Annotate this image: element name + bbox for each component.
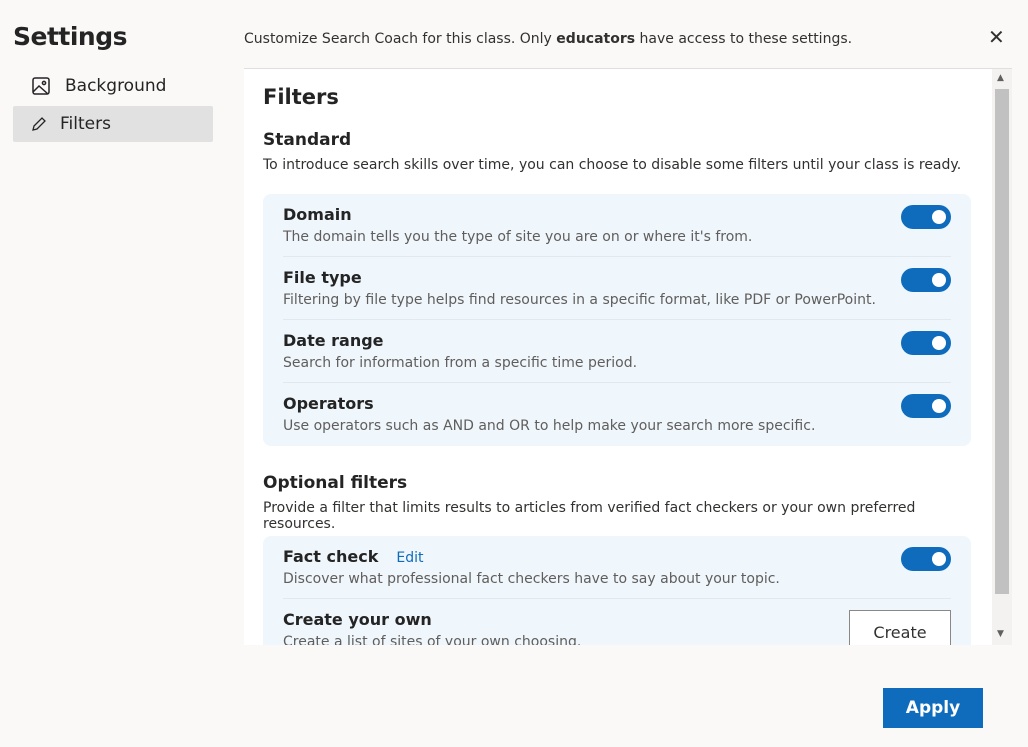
filter-title: Domain (283, 205, 352, 224)
optional-description: Provide a filter that limits results to … (263, 500, 916, 532)
operators-toggle[interactable] (901, 394, 951, 418)
sidebar-item-filters[interactable]: Filters (13, 106, 213, 142)
scrollbar[interactable]: ▲ ▼ (992, 69, 1012, 645)
filter-description: The domain tells you the type of site yo… (283, 229, 753, 245)
filter-title: Date range (283, 331, 384, 350)
filter-description: Use operators such as AND and OR to help… (283, 418, 816, 434)
filter-row-operators: Operators Use operators such as AND and O… (283, 383, 951, 446)
pencil-icon (32, 117, 46, 131)
filter-row-file-type: File type Filtering by file type helps fi… (283, 257, 951, 320)
fact-check-toggle[interactable] (901, 547, 951, 571)
sidebar-item-background[interactable]: Background (13, 68, 213, 104)
filter-title: Operators (283, 394, 374, 413)
standard-heading: Standard (263, 130, 352, 150)
settings-description: Customize Search Coach for this class. O… (244, 31, 853, 47)
scrollbar-thumb[interactable] (995, 89, 1009, 594)
filter-row-create-own: Create your own Create a list of sites of… (283, 599, 951, 645)
standard-description: To introduce search skills over time, yo… (263, 157, 962, 173)
edit-link[interactable]: Edit (396, 550, 423, 566)
domain-toggle[interactable] (901, 205, 951, 229)
optional-filters-card: Fact check Edit Discover what professional… (263, 536, 971, 645)
filter-description: Search for information from a specific t… (283, 355, 638, 371)
settings-title: Settings (13, 22, 128, 51)
filter-description: Create a list of sites of your own choos… (283, 634, 582, 645)
page-title: Filters (263, 85, 339, 109)
scroll-up-icon[interactable]: ▲ (997, 73, 1004, 83)
filter-title: File type (283, 268, 362, 287)
optional-heading: Optional filters (263, 473, 408, 493)
apply-button[interactable]: Apply (883, 688, 983, 728)
filter-row-fact-check: Fact check Edit Discover what professional… (283, 536, 951, 599)
filter-row-domain: Domain The domain tells you the type of s… (283, 194, 951, 257)
sidebar-item-label: Filters (60, 114, 111, 134)
filter-description: Filtering by file type helps find resour… (283, 292, 876, 308)
filter-row-date-range: Date range Search for information from a … (283, 320, 951, 383)
date-range-toggle[interactable] (901, 331, 951, 355)
image-icon (32, 77, 50, 95)
create-button[interactable]: Create (849, 610, 951, 645)
filter-title: Create your own (283, 610, 432, 629)
file-type-toggle[interactable] (901, 268, 951, 292)
sidebar-item-label: Background (65, 76, 167, 96)
standard-filters-card: Domain The domain tells you the type of s… (263, 194, 971, 446)
settings-panel: Filters Standard To introduce search ski… (244, 68, 1012, 645)
close-icon[interactable]: ✕ (988, 25, 1005, 49)
scroll-down-icon[interactable]: ▼ (997, 629, 1004, 639)
filter-description: Discover what professional fact checkers… (283, 571, 780, 587)
filter-title: Fact check Edit (283, 547, 424, 566)
